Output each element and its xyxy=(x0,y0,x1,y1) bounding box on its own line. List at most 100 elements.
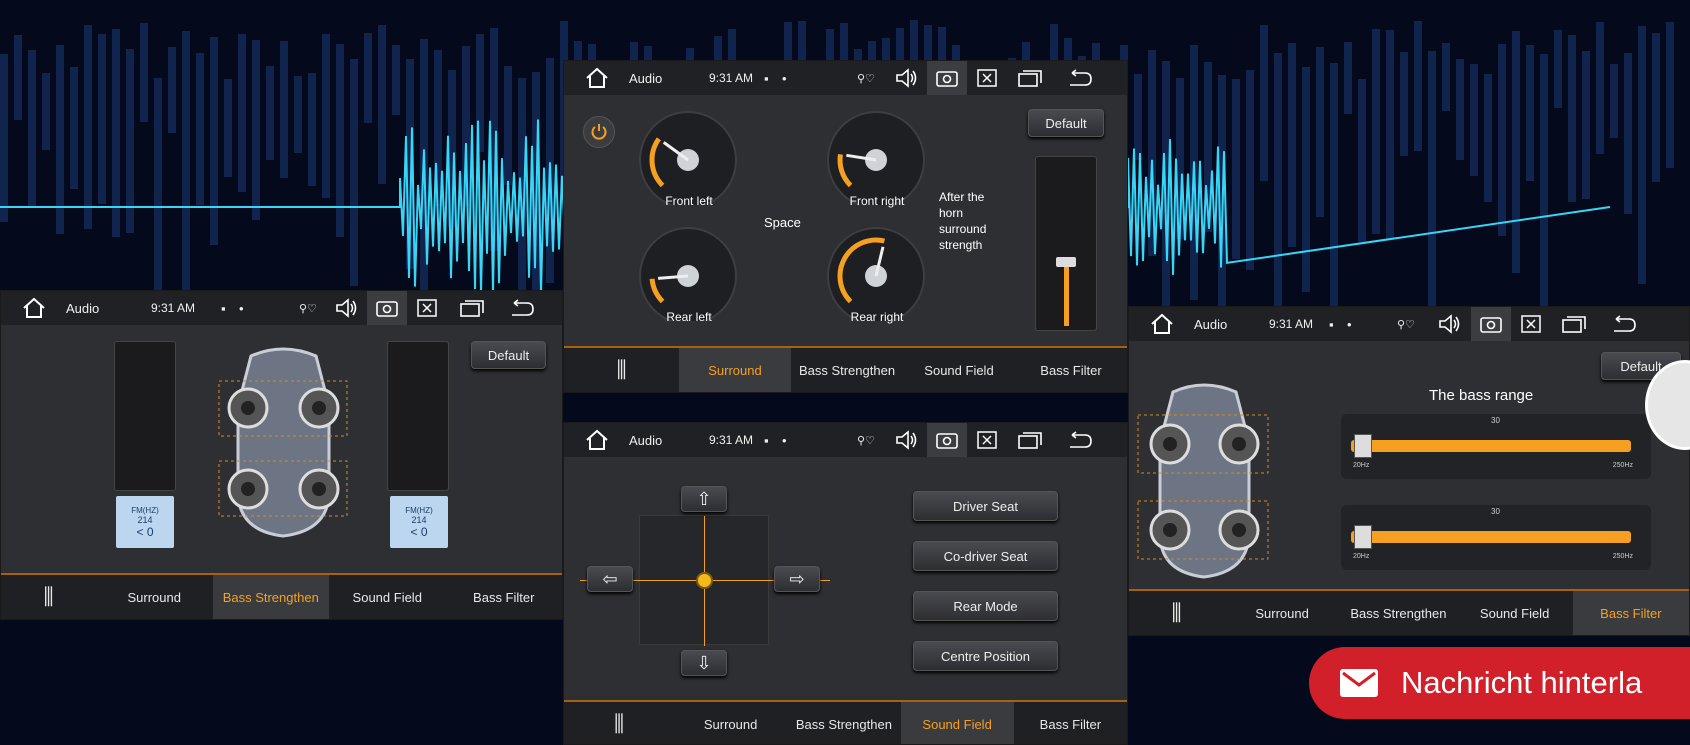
volume-icon[interactable] xyxy=(327,298,367,318)
home-icon[interactable] xyxy=(564,67,629,89)
bar-thumb[interactable] xyxy=(1354,525,1373,549)
panel-sound-field: Audio 9:31 AM ▪ • ⚲♡ ⇧ ⇩ ⇦ ⇨ Driver Seat… xyxy=(563,422,1128,745)
space-label: Space xyxy=(764,215,801,230)
home-icon[interactable] xyxy=(1129,313,1194,335)
volume-icon[interactable] xyxy=(887,430,927,450)
centre-position-button[interactable]: Centre Position xyxy=(913,641,1058,671)
back-icon[interactable] xyxy=(497,299,547,317)
tab-bass-strengthen[interactable]: Bass Strengthen xyxy=(212,575,329,619)
tab-surround[interactable]: Surround xyxy=(674,702,787,744)
clock: 9:31 AM xyxy=(1269,317,1314,331)
tab-bass-strengthen[interactable]: Bass Strengthen xyxy=(787,702,900,744)
close-app-icon[interactable] xyxy=(967,431,1007,449)
volume-icon[interactable] xyxy=(1429,314,1471,334)
screenshot-icon[interactable] xyxy=(927,423,967,457)
screenshot-icon[interactable] xyxy=(927,61,967,95)
sd-card-icon: ▪ xyxy=(1329,316,1334,332)
bar-thumb[interactable] xyxy=(1354,434,1373,458)
co-driver-seat-button[interactable]: Co-driver Seat xyxy=(913,541,1058,571)
tab-bar: ⫼ Surround Bass Strengthen Sound Field B… xyxy=(564,346,1127,392)
screenshot-icon[interactable] xyxy=(1471,307,1511,341)
recent-apps-icon[interactable] xyxy=(1007,431,1052,449)
bar-value: 30 xyxy=(1491,416,1500,425)
rear-mode-button[interactable]: Rear Mode xyxy=(913,591,1058,621)
close-app-icon[interactable] xyxy=(967,69,1007,87)
recent-apps-icon[interactable] xyxy=(1551,315,1596,333)
recent-apps-icon[interactable] xyxy=(1007,69,1052,87)
home-icon[interactable] xyxy=(564,429,629,451)
app-label: Audio xyxy=(629,432,663,448)
bar-value: 30 xyxy=(1491,507,1500,516)
location-icon: ⚲♡ xyxy=(857,434,875,447)
home-icon[interactable] xyxy=(1,297,66,319)
sd-card-icon: ▪ xyxy=(764,70,769,86)
bass-range-bar-2[interactable]: 30 20Hz 250Hz xyxy=(1341,505,1651,570)
tab-bass-strengthen[interactable]: Bass Strengthen xyxy=(791,348,903,392)
right-bass-slider[interactable] xyxy=(387,341,449,491)
car-speaker-diagram xyxy=(1137,382,1272,582)
clock: 9:31 AM xyxy=(709,71,754,85)
back-icon[interactable] xyxy=(1596,315,1651,333)
equalizer-icon[interactable]: ⫼ xyxy=(1,575,96,619)
back-icon[interactable] xyxy=(1052,69,1107,87)
bar-max: 250Hz xyxy=(1612,462,1633,469)
arrow-down-button[interactable]: ⇩ xyxy=(681,650,727,676)
left-lcd-display: FM(HZ) 214 < 0 xyxy=(116,496,174,548)
bass-range-title: The bass range xyxy=(1429,387,1534,404)
car-speaker-diagram xyxy=(211,346,356,541)
location-icon: ⚲♡ xyxy=(1397,318,1415,331)
sd-card-icon: ▪ xyxy=(221,300,226,316)
location-icon: ⚲♡ xyxy=(299,302,317,315)
tab-bass-filter[interactable]: Bass Filter xyxy=(446,575,563,619)
lcd-value: < 0 xyxy=(410,524,428,539)
tab-bass-filter[interactable]: Bass Filter xyxy=(1572,591,1689,635)
power-icon[interactable] xyxy=(583,116,615,148)
slider-thumb[interactable] xyxy=(1056,257,1076,267)
default-button[interactable]: Default xyxy=(471,341,546,369)
seat-grid[interactable] xyxy=(580,515,830,646)
tab-surround[interactable]: Surround xyxy=(1224,591,1340,635)
leave-message-button[interactable]: Nachricht hinterla xyxy=(1309,647,1690,719)
bar-max: 250Hz xyxy=(1612,553,1633,560)
back-icon[interactable] xyxy=(1052,431,1107,449)
arrow-left-button[interactable]: ⇦ xyxy=(587,566,633,592)
left-bass-slider[interactable] xyxy=(114,341,176,491)
mail-icon xyxy=(1339,668,1379,698)
equalizer-icon[interactable]: ⫼ xyxy=(1129,591,1224,635)
equalizer-icon[interactable]: ⫼ xyxy=(564,702,674,744)
tab-sound-field[interactable]: Sound Field xyxy=(329,575,446,619)
bar-track xyxy=(1351,531,1631,543)
dot-icon: • xyxy=(1347,316,1352,332)
clock: 9:31 AM xyxy=(709,433,754,447)
driver-seat-button[interactable]: Driver Seat xyxy=(913,491,1058,521)
status-bar: Audio 9:31 AM ▪ • ⚲♡ xyxy=(1,291,562,325)
screenshot-icon[interactable] xyxy=(367,291,407,325)
arrow-up-button[interactable]: ⇧ xyxy=(681,486,727,512)
seat-position-marker[interactable] xyxy=(696,572,713,589)
tab-bass-filter[interactable]: Bass Filter xyxy=(1014,702,1127,744)
knob-label-rear-right: Rear right xyxy=(850,310,904,324)
panel-surround: Audio 9:31 AM ▪ • ⚲♡ Front left Front ri… xyxy=(563,60,1128,393)
tab-bar: ⫼ Surround Bass Strengthen Sound Field B… xyxy=(1129,589,1689,635)
knob-label-front-right: Front right xyxy=(849,194,905,208)
tab-bass-filter[interactable]: Bass Filter xyxy=(1015,348,1127,392)
arrow-right-button[interactable]: ⇨ xyxy=(774,566,820,592)
tab-sound-field[interactable]: Sound Field xyxy=(900,702,1014,744)
default-button[interactable]: Default xyxy=(1028,109,1104,137)
dot-icon: • xyxy=(239,300,244,316)
after-horn-label: After the horn surround strength xyxy=(939,190,987,252)
app-label: Audio xyxy=(66,300,100,316)
tab-sound-field[interactable]: Sound Field xyxy=(903,348,1015,392)
volume-icon[interactable] xyxy=(887,68,927,88)
recent-apps-icon[interactable] xyxy=(447,299,497,317)
bass-range-bar-1[interactable]: 30 20Hz 250Hz xyxy=(1341,414,1651,479)
tab-surround[interactable]: Surround xyxy=(96,575,213,619)
close-app-icon[interactable] xyxy=(1511,315,1551,333)
close-app-icon[interactable] xyxy=(407,299,447,317)
tab-surround[interactable]: Surround xyxy=(679,348,791,392)
tab-sound-field[interactable]: Sound Field xyxy=(1457,591,1573,635)
tab-bass-strengthen[interactable]: Bass Strengthen xyxy=(1340,591,1456,635)
equalizer-icon[interactable]: ⫼ xyxy=(564,348,679,392)
leave-message-label: Nachricht hinterla xyxy=(1401,665,1643,700)
surround-strength-slider[interactable] xyxy=(1035,156,1097,331)
